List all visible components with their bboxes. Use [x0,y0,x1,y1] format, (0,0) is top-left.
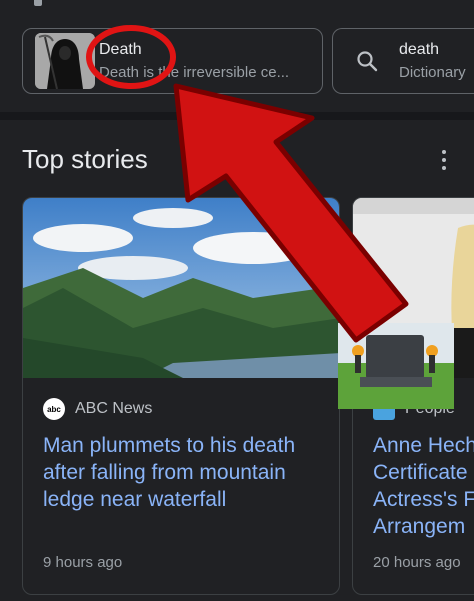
story-time: 20 hours ago [373,554,461,571]
chip-title: Death [99,41,142,58]
headline-line: after falling from mountain [43,461,286,484]
story-image [353,198,474,378]
story-card[interactable]: People Anne Heche Certificate Actress's … [352,197,474,595]
people-logo [373,398,395,420]
story-headline[interactable]: Anne Heche Certificate Actress's F Arran… [373,432,474,540]
headline-line: Arrangem [373,515,466,538]
source-name: People [405,400,455,417]
more-options-icon[interactable] [438,150,450,170]
story-time: 9 hours ago [43,554,123,571]
knowledge-chip-dictionary[interactable]: death Dictionary [332,28,474,94]
mountain-lake-image [23,198,339,378]
search-icon [357,51,378,72]
story-headline[interactable]: Man plummets to his death after falling … [43,432,333,513]
headline-line: Certificate [373,461,468,484]
section-divider [0,112,474,120]
top-handle [34,0,42,6]
story-source: abc ABC News [43,398,152,420]
headline-line: Anne Heche [373,434,474,457]
knowledge-chip-death[interactable]: Death Death is the irreversible ce... [22,28,323,94]
chip-title: death [399,41,440,58]
grim-reaper-thumbnail [35,33,95,89]
story-card[interactable]: abc ABC News Man plummets to his death a… [22,197,340,595]
source-name: ABC News [75,400,153,417]
top-strip: Death Death is the irreversible ce... de… [0,0,474,112]
headline-line: ledge near waterfall [43,488,227,511]
abc-news-logo: abc [43,398,65,420]
chip-subtitle: Dictionary [399,64,466,81]
headline-line: Man plummets to his death [43,434,296,457]
headline-line: Actress's F [373,488,474,511]
section-title: Top stories [22,144,148,174]
story-source: People [373,398,455,420]
chip-subtitle: Death is the irreversible ce... [99,64,290,81]
